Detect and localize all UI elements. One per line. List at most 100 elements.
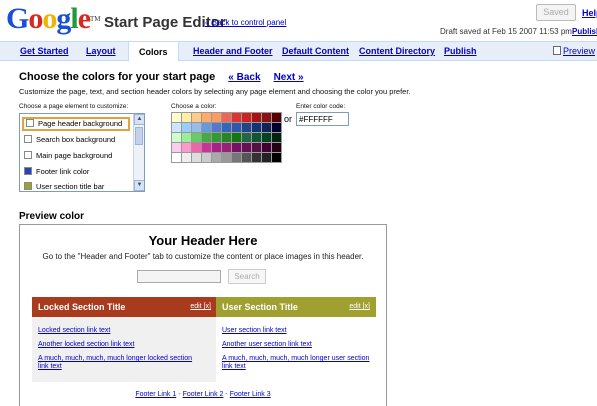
color-swatch[interactable] (192, 113, 201, 122)
element-footer-link-color[interactable]: Footer link color (24, 165, 132, 179)
color-code-input[interactable] (296, 112, 349, 126)
element-page-header-background[interactable]: Page header background (22, 117, 130, 131)
color-swatch[interactable] (232, 113, 241, 122)
back-link[interactable]: « Back (228, 72, 260, 83)
color-swatch[interactable] (232, 153, 241, 162)
preview-tab[interactable]: Preview (553, 46, 595, 56)
color-swatch[interactable] (232, 133, 241, 142)
footer-link[interactable]: Footer Link 2 (183, 391, 224, 398)
tab-get-started[interactable]: Get Started (20, 46, 69, 56)
color-swatch[interactable] (252, 113, 261, 122)
color-swatch[interactable] (222, 153, 231, 162)
color-swatch[interactable] (202, 143, 211, 152)
scroll-up-icon[interactable]: ▲ (134, 114, 144, 125)
color-swatch[interactable] (192, 143, 201, 152)
element-search-box-background[interactable]: Search box background (24, 133, 132, 147)
scroll-down-icon[interactable]: ▼ (134, 180, 144, 191)
color-swatch[interactable] (172, 133, 181, 142)
color-swatch[interactable] (182, 113, 191, 122)
tab-colors[interactable]: Colors (128, 41, 179, 62)
color-swatch[interactable] (192, 153, 201, 162)
color-swatch[interactable] (182, 133, 191, 142)
user-section-link[interactable]: Another user section link text (222, 341, 312, 349)
color-swatch[interactable] (172, 113, 181, 122)
color-swatch[interactable] (212, 123, 221, 132)
color-swatch[interactable] (242, 143, 251, 152)
color-swatch[interactable] (272, 153, 281, 162)
page-element-list[interactable]: Page header background Search box backgr… (19, 113, 145, 192)
help-link[interactable]: Help (582, 8, 597, 18)
color-swatch[interactable] (182, 143, 191, 152)
color-swatch[interactable] (202, 113, 211, 122)
element-list-scrollbar[interactable]: ▲ ▼ (133, 114, 144, 191)
color-swatch[interactable] (212, 143, 221, 152)
locked-section-link[interactable]: Another locked section link text (38, 341, 135, 349)
color-swatch[interactable] (262, 153, 271, 162)
color-swatch[interactable] (222, 133, 231, 142)
footer-separator: - (178, 391, 181, 398)
color-swatch[interactable] (272, 123, 281, 132)
color-swatch[interactable] (272, 143, 281, 152)
publish-link[interactable]: Publish (572, 27, 597, 36)
user-section-link[interactable]: User section link text (222, 327, 287, 335)
locked-section-link[interactable]: Locked section link text (38, 327, 110, 335)
color-swatch[interactable] (242, 153, 251, 162)
tab-default-content[interactable]: Default Content (282, 46, 349, 56)
locked-section-link[interactable]: A much, much, much, much longer locked s… (38, 355, 198, 371)
tab-publish[interactable]: Publish (444, 46, 477, 56)
draft-status: Draft saved at Feb 15 2007 11:53 pm (440, 27, 572, 36)
color-swatch[interactable] (252, 133, 261, 142)
color-swatch[interactable] (252, 123, 261, 132)
saved-button[interactable]: Saved (536, 4, 576, 21)
color-swatch[interactable] (192, 133, 201, 142)
locked-section-edit-link[interactable]: edit [x] (190, 303, 211, 310)
next-link[interactable]: Next » (274, 72, 304, 83)
back-to-control-panel-link[interactable]: « Back to control panel (205, 18, 286, 27)
tab-content-directory[interactable]: Content Directory (359, 46, 435, 56)
color-swatch[interactable] (222, 113, 231, 122)
color-swatch[interactable] (242, 113, 251, 122)
color-swatch[interactable] (182, 153, 191, 162)
color-swatch[interactable] (222, 123, 231, 132)
user-section-edit-link[interactable]: edit [x] (349, 303, 370, 310)
color-swatch[interactable] (252, 143, 261, 152)
color-swatch[interactable] (232, 143, 241, 152)
color-swatch[interactable] (222, 143, 231, 152)
color-swatch[interactable] (272, 113, 281, 122)
color-swatch[interactable] (262, 123, 271, 132)
color-swatch[interactable] (202, 133, 211, 142)
color-swatch[interactable] (252, 153, 261, 162)
footer-link[interactable]: Footer Link 1 (135, 391, 176, 398)
color-swatch[interactable] (262, 143, 271, 152)
color-swatch[interactable] (172, 123, 181, 132)
element-main-page-background[interactable]: Main page background (24, 149, 132, 163)
color-swatch[interactable] (242, 133, 251, 142)
user-section-link[interactable]: A much, much, much, much longer user sec… (222, 355, 372, 371)
locked-section-title: Locked Section Title (38, 302, 126, 312)
footer-link[interactable]: Footer Link 3 (230, 391, 271, 398)
or-text: or (284, 114, 293, 124)
color-swatch[interactable] (232, 123, 241, 132)
color-swatch[interactable] (212, 133, 221, 142)
locked-section: Locked Section Title edit [x] Locked sec… (32, 297, 217, 382)
color-swatch[interactable] (272, 133, 281, 142)
color-swatch[interactable] (262, 133, 271, 142)
color-swatch[interactable] (212, 113, 221, 122)
color-palette[interactable] (171, 112, 282, 163)
color-swatch[interactable] (182, 123, 191, 132)
tab-layout[interactable]: Layout (86, 46, 116, 56)
scroll-thumb[interactable] (135, 127, 143, 145)
color-swatch[interactable] (242, 123, 251, 132)
color-swatch[interactable] (202, 153, 211, 162)
color-swatch[interactable] (212, 153, 221, 162)
color-swatch[interactable] (202, 123, 211, 132)
color-swatch[interactable] (172, 153, 181, 162)
element-user-section-title-bar[interactable]: User section title bar (24, 180, 132, 191)
color-swatch[interactable] (262, 113, 271, 122)
color-swatch[interactable] (192, 123, 201, 132)
tab-header-and-footer[interactable]: Header and Footer (193, 46, 273, 56)
color-swatch[interactable] (172, 143, 181, 152)
locked-section-title-bar: Locked Section Title edit [x] (32, 297, 217, 317)
preview-box: Your Header Here Go to the "Header and F… (19, 224, 387, 406)
preview-header-subtitle: Go to the "Header and Footer" tab to cus… (42, 252, 364, 261)
